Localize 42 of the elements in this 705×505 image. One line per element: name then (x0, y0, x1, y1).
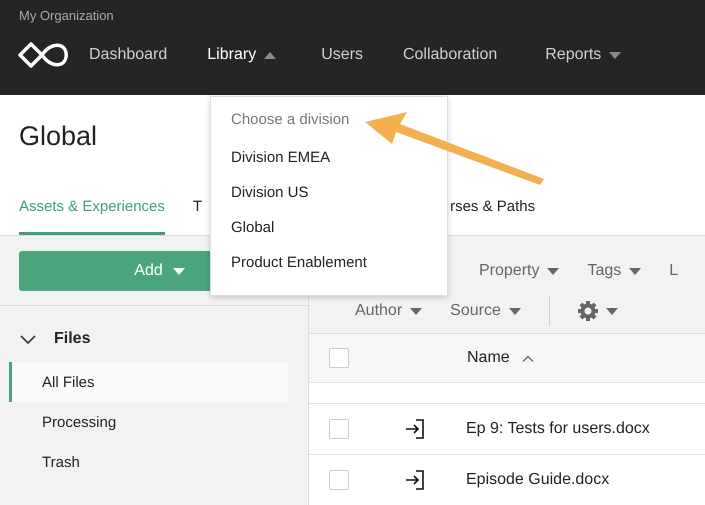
filter-dropdown[interactable]: Source (450, 302, 521, 320)
caret-icon (410, 308, 422, 314)
organization-name: My Organization (18, 7, 115, 25)
sidebar-item[interactable]: Trash (9, 442, 288, 482)
caret-icon (609, 52, 622, 58)
nav-item[interactable]: Users (321, 46, 363, 64)
checkbox[interactable] (329, 419, 349, 439)
filter-dropdown[interactable]: Property (479, 262, 560, 280)
import-icon (404, 469, 426, 491)
nav-item[interactable]: Collaboration (402, 46, 498, 64)
caret-icon (264, 52, 276, 58)
file-name[interactable]: Episode Guide.docx (466, 471, 610, 489)
caret-icon (172, 268, 185, 274)
menu-item[interactable]: Division EMEA (231, 149, 447, 184)
section-label: Files (54, 330, 90, 348)
nav-item[interactable]: Library (207, 46, 276, 64)
caret-icon (629, 268, 642, 274)
tab[interactable]: T (192, 181, 202, 235)
caret-icon (606, 308, 618, 314)
sidebar-item[interactable]: Processing (9, 402, 288, 442)
filter-dropdown[interactable]: Tags (587, 262, 642, 280)
filter-dropdown[interactable]: Author (355, 302, 422, 320)
settings-icon (578, 301, 598, 321)
import-icon (404, 418, 426, 440)
tab[interactable]: rses & Paths (450, 181, 536, 235)
logo-icon (18, 42, 69, 68)
page-title: Global (19, 121, 98, 153)
nav-item[interactable]: Dashboard (89, 46, 168, 64)
menu-item[interactable]: Division US (231, 184, 447, 219)
file-name[interactable]: Ep 9: Tests for users.docx (466, 420, 650, 438)
column-header[interactable]: Name (467, 349, 510, 367)
menu-header: Choose a division (231, 111, 350, 130)
settings-dropdown[interactable] (578, 301, 618, 321)
caret-icon (508, 308, 521, 314)
filter-dropdown[interactable]: L (669, 262, 678, 280)
nav-item[interactable]: Reports (545, 46, 622, 64)
checkbox[interactable] (329, 470, 349, 490)
chevron-icon[interactable] (20, 334, 36, 344)
checkbox[interactable] (329, 348, 349, 368)
menu-item[interactable]: Global (231, 219, 447, 254)
sidebar-item[interactable]: All Files (9, 362, 288, 402)
caret-icon (547, 268, 560, 274)
